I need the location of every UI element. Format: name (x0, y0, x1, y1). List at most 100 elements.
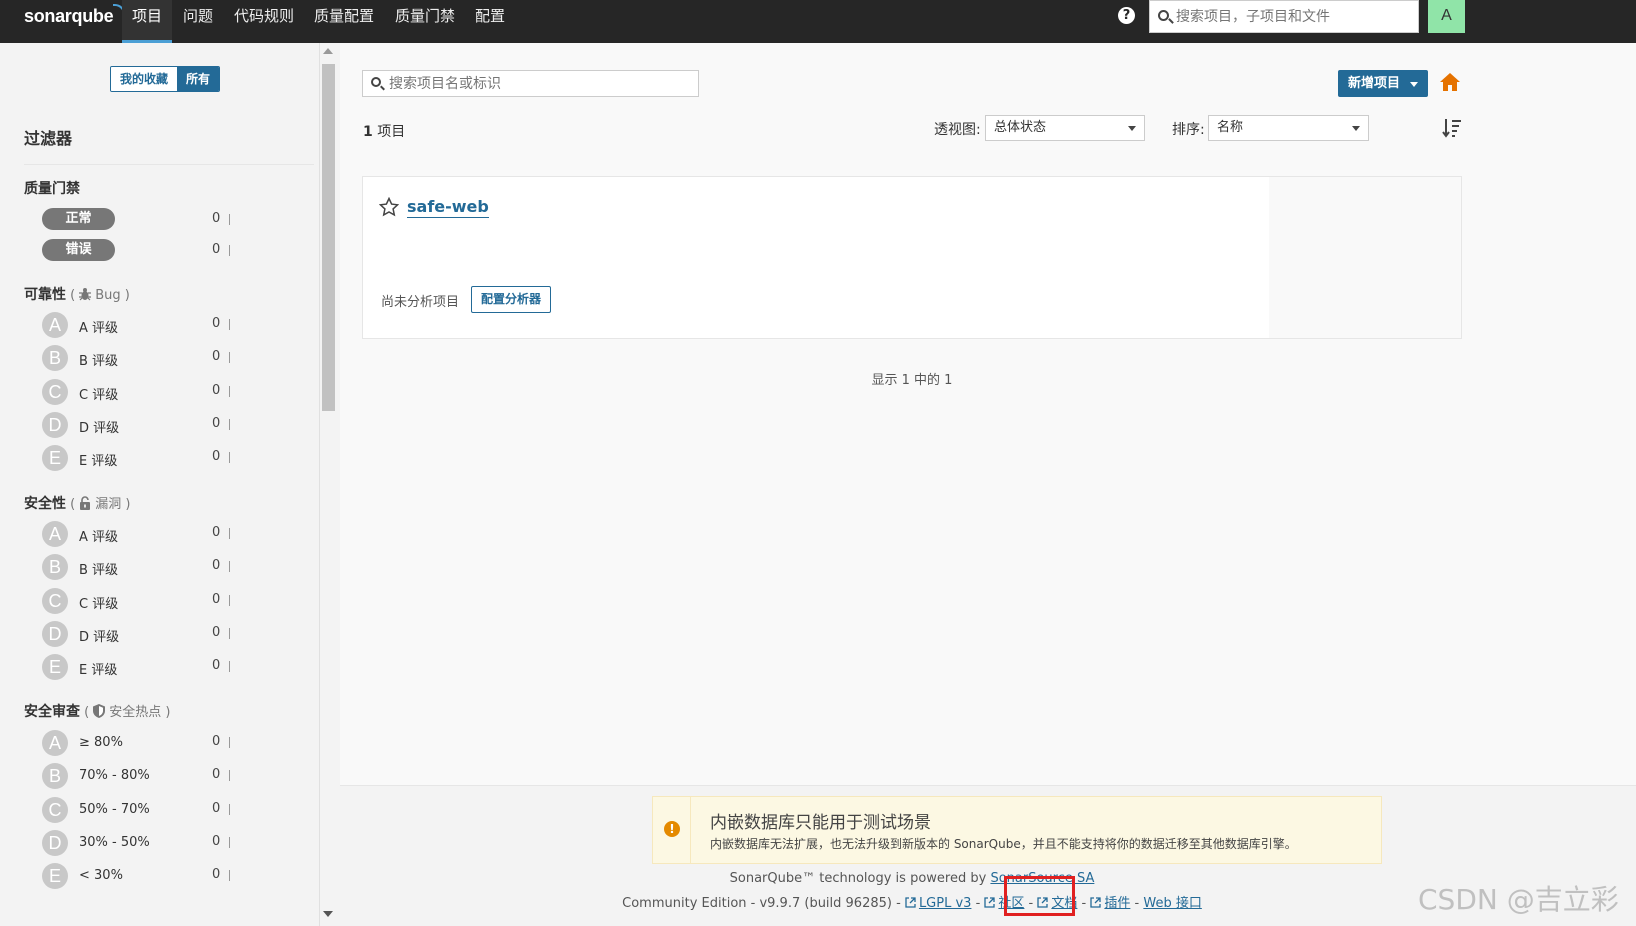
filter-option-label[interactable]: C 评级 (79, 384, 118, 403)
filter-option-label[interactable]: 50% - 70% (79, 802, 150, 817)
filter-count: 0 (212, 525, 232, 540)
warning-title: 内嵌数据库只能用于测试场景 (710, 813, 931, 833)
nav-quality-gates[interactable]: 质量门禁 (385, 0, 465, 43)
nav-projects[interactable]: 项目 (122, 0, 173, 43)
scroll-up-icon[interactable] (323, 48, 333, 54)
sort-icon[interactable] (1442, 117, 1462, 139)
filters-sidebar: 我的收藏 所有 过滤器 质量门禁 正常 0 错误 0 可靠性 (Bug ) AA… (0, 43, 320, 926)
grade-badge[interactable]: D (42, 411, 68, 438)
filter-option-label[interactable]: C 评级 (79, 593, 118, 612)
project-name-link[interactable]: safe-web (407, 197, 489, 218)
sidebar-scrollbar-thumb[interactable] (322, 64, 335, 411)
external-link-icon (905, 897, 916, 908)
grade-badge[interactable]: B (42, 763, 68, 790)
logo-text: sonarqube (24, 6, 114, 26)
filter-quality-gate-title: 质量门禁 (24, 178, 80, 198)
nav-administration[interactable]: 配置 (465, 0, 515, 43)
project-search-input[interactable] (389, 71, 689, 96)
grade-badge[interactable]: E (42, 863, 68, 890)
filter-count: 0 (212, 658, 232, 673)
grade-badge[interactable]: C (42, 378, 68, 405)
warning-text: 内嵌数据库无法扩展，也无法升级到新版本的 SonarQube，并且不能支持将你的… (710, 837, 1297, 851)
web-api-link[interactable]: Web 接口 (1143, 896, 1201, 911)
nav-quality-profiles[interactable]: 质量配置 (304, 0, 384, 43)
edition-text: Community Edition - v9.9.7 (build 96285)… (622, 896, 901, 911)
nav-issues[interactable]: 问题 (173, 0, 223, 43)
grade-badge[interactable]: B (42, 554, 68, 581)
divider (24, 164, 314, 165)
filter-option-label[interactable]: ≥ 80% (79, 735, 123, 750)
filter-reliability-title: 可靠性 (Bug ) (24, 287, 130, 303)
global-search[interactable] (1149, 0, 1419, 33)
filter-count: 0 (212, 801, 232, 816)
pagination-summary: 显示 1 中的 1 (871, 373, 953, 388)
filter-option-label[interactable]: D 评级 (79, 626, 119, 645)
toggle-favorites[interactable]: 我的收藏 (111, 67, 178, 91)
grade-badge[interactable]: D (42, 620, 68, 647)
sort-select[interactable]: 名称 (1208, 115, 1369, 141)
filter-option-label[interactable]: 70% - 80% (79, 768, 150, 783)
license-link[interactable]: LGPL v3 (919, 896, 972, 911)
filter-option-label[interactable]: B 评级 (79, 559, 118, 578)
powered-prefix: SonarQube™ technology is powered by (729, 871, 987, 886)
filter-option-label[interactable]: < 30% (79, 868, 123, 883)
sort-label: 排序: (1172, 122, 1205, 138)
top-navbar: sonarqube 项目 问题 代码规则 质量配置 质量门禁 配置 ? A (0, 0, 1636, 43)
filter-count: 0 (212, 592, 232, 607)
help-icon[interactable]: ? (1118, 7, 1135, 24)
project-card: safe-web 尚未分析项目 配置分析器 (362, 176, 1462, 339)
project-search[interactable] (362, 70, 699, 97)
grade-badge[interactable]: D (42, 829, 68, 856)
plugins-link[interactable]: 插件 (1104, 896, 1130, 911)
filter-count: 0 (212, 558, 232, 573)
embedded-db-warning: ! 内嵌数据库只能用于测试场景 内嵌数据库无法扩展，也无法升级到新版本的 Son… (652, 796, 1382, 864)
configure-analysis-button[interactable]: 配置分析器 (471, 286, 552, 313)
grade-badge[interactable]: E (42, 654, 68, 681)
chevron-down-icon (1128, 126, 1136, 131)
section-title: 可靠性 (24, 287, 66, 303)
filter-count: 0 (212, 734, 232, 749)
section-subtitle: 漏洞 (95, 497, 122, 512)
csdn-watermark: CSDN @吉立彩 (1418, 883, 1619, 916)
home-icon[interactable] (1440, 72, 1460, 92)
filter-option-label[interactable]: D 评级 (79, 417, 119, 436)
grade-badge[interactable]: A (42, 521, 68, 547)
grade-badge[interactable]: C (42, 796, 68, 823)
filter-count: 0 (212, 834, 232, 849)
chevron-down-icon (1410, 82, 1419, 87)
perspective-select[interactable]: 总体状态 (985, 115, 1145, 141)
filter-failed[interactable]: 错误 (42, 239, 115, 261)
filter-option-label[interactable]: 30% - 50% (79, 835, 150, 850)
filter-option-label[interactable]: E 评级 (79, 450, 117, 469)
grade-badge[interactable]: A (42, 730, 68, 756)
filter-option-label[interactable]: B 评级 (79, 350, 118, 369)
nav-rules[interactable]: 代码规则 (224, 0, 304, 43)
grade-badge[interactable]: A (42, 312, 68, 338)
grade-badge[interactable]: B (42, 345, 68, 372)
project-card-measures (1269, 177, 1461, 338)
filter-count: 0 (212, 767, 232, 782)
section-title: 安全性 (24, 496, 66, 512)
project-not-analyzed: 尚未分析项目 (381, 295, 460, 310)
filter-option-label[interactable]: E 评级 (79, 659, 117, 678)
filter-passed[interactable]: 正常 (42, 208, 115, 230)
grade-badge[interactable]: C (42, 587, 68, 614)
lock-icon (80, 496, 91, 510)
section-subtitle: Bug (95, 288, 121, 303)
sonarqube-logo[interactable]: sonarqube (24, 4, 126, 27)
external-link-icon (1090, 897, 1102, 908)
perspective-value: 总体状态 (994, 120, 1047, 135)
filter-option-label[interactable]: A 评级 (79, 526, 118, 545)
annotation-highlight-box (1004, 876, 1075, 916)
star-icon[interactable] (379, 197, 399, 217)
filter-security-review-title: 安全审查 (安全热点 ) (24, 704, 171, 720)
new-project-button[interactable]: 新增项目 (1338, 70, 1429, 97)
scroll-down-icon[interactable] (323, 911, 333, 917)
grade-badge[interactable]: E (42, 445, 68, 472)
toggle-all[interactable]: 所有 (177, 67, 220, 91)
filter-count: 0 (212, 625, 232, 640)
global-search-input[interactable] (1176, 1, 1414, 32)
avatar[interactable]: A (1428, 0, 1465, 33)
new-project-label: 新增项目 (1348, 76, 1401, 91)
filter-option-label[interactable]: A 评级 (79, 317, 118, 336)
